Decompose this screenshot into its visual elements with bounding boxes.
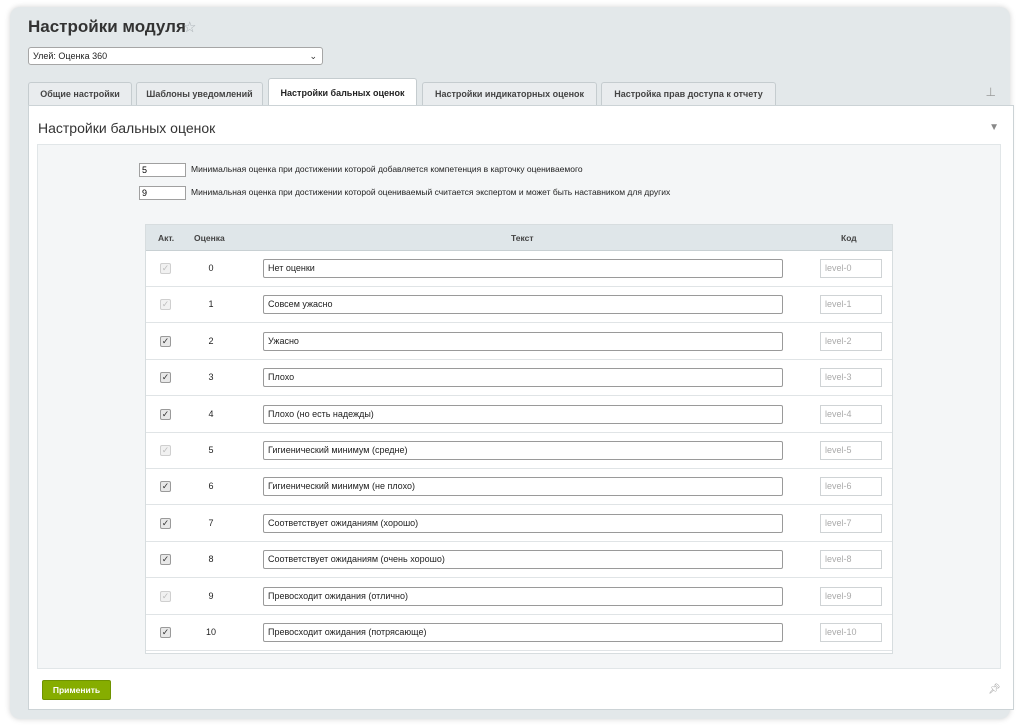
score-value: 4 (208, 408, 214, 419)
tab-label: Настройка прав доступа к отчету (614, 89, 763, 99)
table-row: ✓ 1 Совсем ужасно level-1 (146, 287, 892, 324)
table-row: ✓ 4 Плохо (но есть надежды) level-4 (146, 397, 892, 433)
score-code-input: level-2 (820, 331, 882, 351)
table-header: Акт. Оценка Текст Код (146, 225, 892, 251)
score-code-input: level-0 (820, 259, 882, 278)
tab-label: Настройки индикаторных оценок (434, 89, 585, 99)
score-value: 10 (205, 627, 216, 637)
header-code: Код (841, 233, 857, 243)
active-checkbox[interactable]: ✓ (160, 372, 171, 384)
score-code-input: level-10 (820, 623, 882, 642)
table-row: ✓ 6 Гигиенический минимум (не плохо) level-… (146, 469, 892, 506)
score-text-input[interactable]: Нет оценки (263, 259, 783, 278)
score-value: 7 (208, 517, 214, 528)
header-active: Акт. (158, 233, 175, 243)
score-text-input[interactable]: Плохо (263, 368, 783, 388)
score-text-input[interactable]: Соответствует ожиданиям (очень хорошо) (263, 550, 783, 570)
pin-icon[interactable]: 📌︎ (988, 684, 1001, 695)
active-checkbox: ✓ (160, 590, 171, 602)
content-area: Настройки бальных оценок ▼ Минимальная о… (28, 105, 1014, 710)
active-checkbox[interactable]: ✓ (160, 554, 171, 566)
score-code-input: level-1 (820, 295, 882, 315)
table-row: ✓ 8 Соответствует ожиданиям (очень хорошо)… (146, 542, 892, 579)
settings-body: Минимальная оценка при достижении которо… (37, 144, 1001, 669)
active-checkbox[interactable]: ✓ (160, 627, 171, 638)
module-select-value: Улей: Оценка 360 (33, 51, 108, 61)
score-text-input[interactable]: Ужасно (263, 331, 783, 351)
tab-report-access[interactable]: Настройка прав доступа к отчету (601, 82, 776, 106)
tab-indicator-settings[interactable]: Настройки индикаторных оценок (422, 82, 597, 106)
active-checkbox: ✓ (160, 299, 171, 311)
score-code-input: level-6 (820, 477, 882, 497)
tab-notification-templates[interactable]: Шаблоны уведомлений (136, 82, 263, 106)
score-code-input: level-9 (820, 586, 882, 606)
table-row: ✓ 7 Соответствует ожиданиям (хорошо) level-… (146, 506, 892, 542)
score-value: 2 (208, 335, 214, 346)
pin-icon[interactable]: ⊥ (986, 85, 996, 99)
score-value: 3 (208, 372, 214, 383)
collapse-icon[interactable]: ▼ (989, 122, 999, 133)
table-row: ✓ 5 Гигиенический минимум (средне) level-5 (146, 433, 892, 469)
score-text-input[interactable]: Гигиенический минимум (не плохо) (263, 477, 783, 497)
page-title: Настройки модуля (28, 17, 186, 36)
score-text-input[interactable]: Соответствует ожиданиям (хорошо) (263, 513, 783, 533)
module-settings-panel: Настройки модуля ☆ Улей: Оценка 360 ⌄ Об… (10, 7, 1014, 719)
score-code-input: level-3 (820, 368, 882, 388)
score-text-input[interactable]: Превосходит ожидания (отлично) (263, 586, 783, 606)
table-row: ✓ 9 Превосходит ожидания (отлично) level-9 (146, 579, 892, 615)
header-score: Оценка (194, 233, 225, 243)
score-code-input: level-4 (820, 404, 882, 424)
tab-label: Настройки бальных оценок (280, 88, 405, 98)
score-code-input: level-5 (820, 441, 882, 460)
active-checkbox: ✓ (160, 263, 171, 274)
tab-score-settings[interactable]: Настройки бальных оценок (268, 78, 417, 107)
score-value: 5 (208, 445, 214, 455)
min-score-competency-input[interactable] (139, 163, 186, 177)
active-checkbox: ✓ (160, 445, 171, 456)
min-score-competency-label: Минимальная оценка при достижении которо… (191, 164, 583, 174)
score-value: 6 (208, 481, 214, 492)
section-title: Настройки бальных оценок (38, 120, 216, 136)
score-code-input: level-8 (820, 550, 882, 570)
table-row: ✓ 3 Плохо level-3 (146, 360, 892, 397)
active-checkbox[interactable]: ✓ (160, 517, 171, 529)
score-value: 0 (208, 263, 214, 273)
min-score-expert-label: Минимальная оценка при достижении которо… (191, 187, 671, 197)
table-row: ✓ 0 Нет оценки level-0 (146, 251, 892, 287)
table-row: ✓ 2 Ужасно level-2 (146, 324, 892, 360)
score-text-input[interactable]: Гигиенический минимум (средне) (263, 441, 783, 460)
tab-label: Общие настройки (40, 89, 120, 99)
score-value: 9 (208, 590, 214, 601)
min-score-expert-input[interactable] (139, 186, 186, 200)
apply-button[interactable]: Применить (42, 680, 111, 700)
score-text-input[interactable]: Превосходит ожидания (потрясающе) (263, 623, 783, 642)
module-select[interactable]: Улей: Оценка 360 ⌄ (28, 47, 323, 65)
star-icon[interactable]: ☆ (183, 18, 196, 36)
chevron-down-icon: ⌄ (309, 51, 317, 61)
active-checkbox[interactable]: ✓ (160, 481, 171, 493)
score-value: 8 (208, 554, 214, 565)
table-row: ✓ 10 Превосходит ожидания (потрясающе) leve… (146, 615, 892, 651)
active-checkbox[interactable]: ✓ (160, 335, 171, 347)
score-text-input[interactable]: Плохо (но есть надежды) (263, 404, 783, 424)
header-text: Текст (511, 233, 534, 243)
score-text-input[interactable]: Совсем ужасно (263, 295, 783, 315)
score-value: 1 (208, 299, 214, 310)
scores-table: Акт. Оценка Текст Код ✓ 0 Нет оценки level-… (145, 224, 893, 654)
tab-general[interactable]: Общие настройки (28, 82, 132, 106)
active-checkbox[interactable]: ✓ (160, 408, 171, 420)
tab-label: Шаблоны уведомлений (146, 89, 253, 99)
score-code-input: level-7 (820, 513, 882, 533)
